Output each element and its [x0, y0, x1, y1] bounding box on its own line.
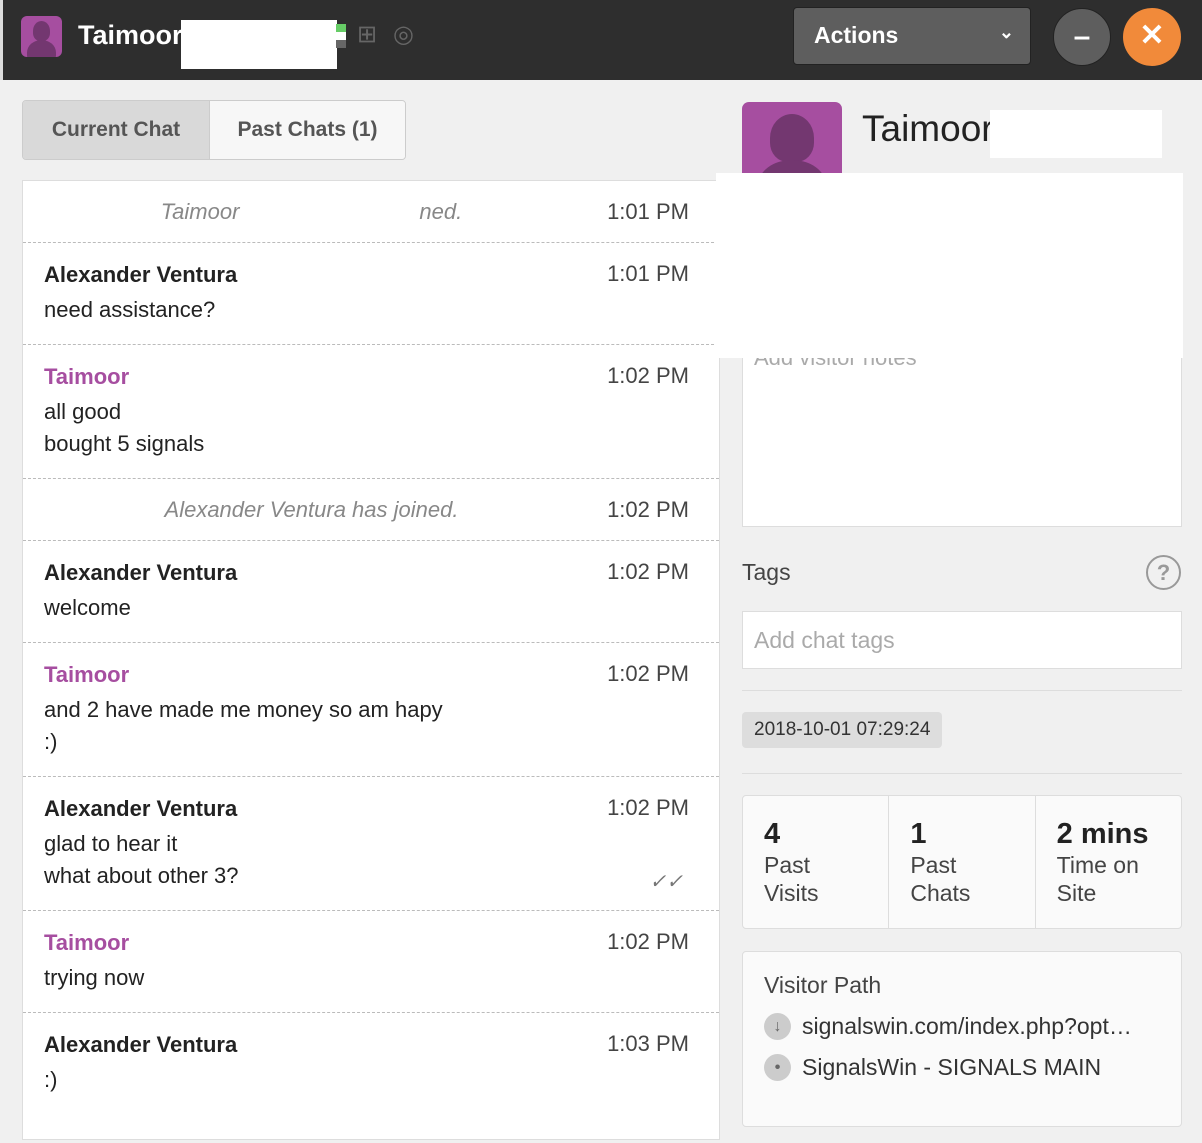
window-title: Taimoor: [78, 20, 183, 50]
chat-message: Alexander Ventura 1:03 PM:): [23, 1013, 719, 1143]
chat-message: Alexander Ventura 1:02 PM glad to hear it w…: [23, 777, 719, 911]
system-message: Taimoor ned. 1:01 PM: [23, 181, 719, 243]
visitor-stats: 4 Past Visits 1 Past Chats 2 mins Time on S…: [742, 795, 1182, 929]
message-time: 1:03 PM: [607, 1031, 689, 1056]
system-text: Alexander Ventura has joined.: [164, 497, 459, 522]
message-text: glad to hear it: [44, 831, 178, 856]
message-text: need assistance?: [44, 297, 216, 322]
stat-value: 2 mins: [1056, 818, 1149, 850]
stat-label: Past Chats: [910, 852, 971, 906]
message-text: welcome: [44, 595, 131, 620]
stat-past-visits: 4 Past Visits: [743, 796, 888, 928]
visitor-path: Visitor Path ↓ signalswin.com/index.php?o…: [742, 951, 1182, 1127]
system-text: Taimoor: [160, 199, 240, 224]
system-text: ned.: [419, 199, 463, 224]
double-check-icon: ✓✓: [649, 871, 683, 893]
chat-message: Taimoor 1:02 PM and 2 have made me money s…: [23, 643, 719, 777]
close-icon: ✕: [1139, 19, 1165, 52]
minus-icon: –: [1073, 20, 1091, 53]
redaction: [716, 173, 1183, 358]
message-time: 1:02 PM: [607, 363, 689, 388]
browser-icon: ◎: [393, 21, 414, 48]
message-text: all good: [44, 399, 122, 424]
stat-value: 1: [910, 818, 927, 850]
path-item[interactable]: ↓ signalswin.com/index.php?opt…: [764, 1013, 1160, 1040]
windows-icon: ⊞: [357, 21, 378, 48]
chevron-down-icon: ⌄: [998, 22, 1014, 42]
message-time: 1:02 PM: [607, 929, 689, 954]
tags-label: Tags: [742, 559, 791, 585]
arrow-down-icon: ↓: [764, 1013, 791, 1040]
stat-time-on-site: 2 mins Time on Site: [1034, 796, 1181, 928]
visitor-avatar-small: [21, 16, 62, 57]
path-url: signalswin.com/index.php?opt…: [802, 1013, 1132, 1039]
chat-tabs: Current Chat Past Chats (1): [22, 100, 406, 160]
message-time: 1:02 PM: [607, 559, 689, 584]
tab-current-chat[interactable]: Current Chat: [23, 101, 209, 159]
message-time: 1:02 PM: [607, 497, 689, 522]
visitor-path-title: Visitor Path: [764, 972, 882, 998]
message-time: 1:01 PM: [607, 261, 689, 286]
stat-value: 4: [764, 818, 781, 850]
tags-placeholder: Add chat tags: [754, 627, 895, 653]
message-text: what about other 3?: [44, 863, 239, 888]
stat-label: Past Visits: [764, 852, 819, 906]
chat-message: Taimoor 1:02 PM all good bought 5 signals: [23, 345, 719, 479]
message-text: trying now: [44, 965, 145, 990]
divider: [742, 690, 1182, 691]
system-message: Alexander Ventura has joined. 1:02 PM: [23, 479, 719, 541]
message-text: :): [44, 1067, 58, 1092]
tags-input[interactable]: Add chat tags: [742, 611, 1182, 669]
visitor-name: Taimoor: [862, 108, 994, 149]
stat-past-chats: 1 Past Chats: [888, 796, 1034, 928]
message-text: and 2 have made me money so am hapy: [44, 697, 443, 722]
visitor-notes-input[interactable]: Add visitor notes: [742, 330, 1182, 527]
message-time: 1:02 PM: [607, 661, 689, 686]
chat-message: Taimoor 1:02 PM trying now: [23, 911, 719, 1013]
divider: [742, 773, 1182, 774]
chat-date-badge: 2018-10-01 07:29:24: [742, 712, 943, 748]
path-title: SignalsWin - SIGNALS MAIN: [802, 1054, 1102, 1080]
actions-label: Actions: [814, 22, 899, 48]
dot-icon: •: [764, 1054, 791, 1081]
actions-dropdown[interactable]: Actions ⌄: [793, 7, 1031, 65]
chat-transcript: Taimoor ned. 1:01 PM Alexander Ventura 1:01…: [22, 180, 720, 1140]
path-item[interactable]: • SignalsWin - SIGNALS MAIN: [764, 1054, 1160, 1081]
chat-message: Alexander Ventura 1:02 PM welcome: [23, 541, 719, 643]
stat-label: Time on Site: [1056, 852, 1139, 906]
flag-icon: [336, 24, 346, 48]
message-time: 1:02 PM: [607, 795, 689, 820]
tab-past-chats[interactable]: Past Chats (1): [209, 101, 405, 159]
message-text: bought 5 signals: [44, 431, 205, 456]
redaction: [181, 20, 337, 69]
help-icon[interactable]: ?: [1146, 555, 1181, 590]
chat-message: Alexander Ventura 1:01 PM need assistance?: [23, 243, 719, 345]
minimize-button[interactable]: –: [1053, 8, 1111, 66]
close-button[interactable]: ✕: [1123, 8, 1181, 66]
redaction: [990, 110, 1162, 158]
message-time: 1:01 PM: [607, 199, 689, 224]
message-text: :): [44, 729, 58, 754]
